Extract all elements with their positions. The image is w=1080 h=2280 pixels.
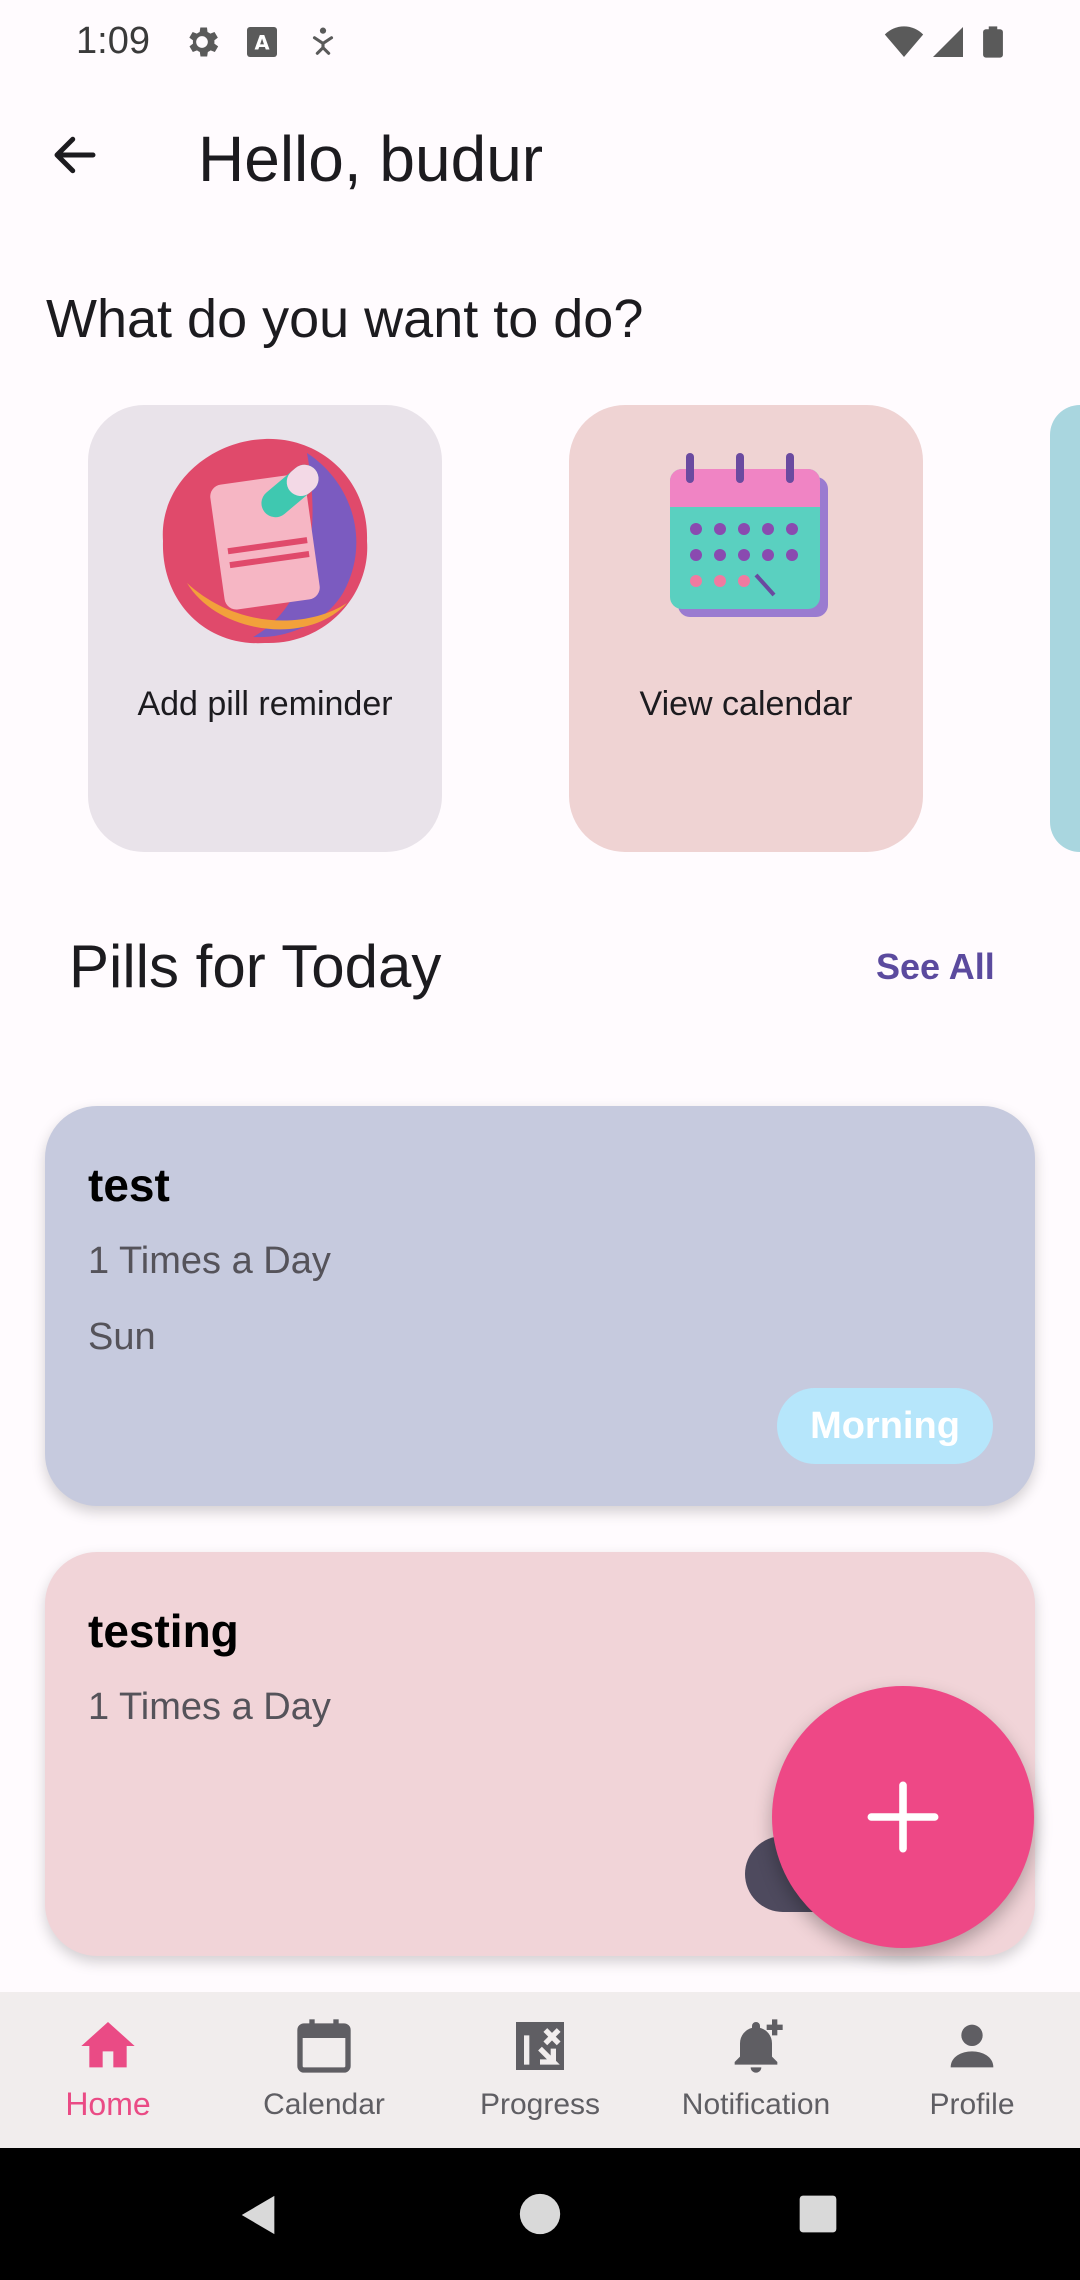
nav-label-calendar: Calendar <box>263 2088 385 2121</box>
settings-icon <box>189 27 219 57</box>
system-back-icon[interactable] <box>236 2190 282 2240</box>
add-pill-fab[interactable] <box>772 1686 1034 1948</box>
nav-item-notification[interactable]: Notification <box>648 1992 864 2148</box>
pill-card[interactable]: test 1 Times a Day Sun Morning <box>45 1106 1035 1506</box>
pills-section-title: Pills for Today <box>69 933 442 1000</box>
calendar-illustration <box>670 453 828 617</box>
see-all-link[interactable]: See All <box>876 946 995 988</box>
time-badge: Morning <box>777 1388 993 1464</box>
system-home-icon[interactable] <box>518 2192 562 2236</box>
keyboard-a-icon: A <box>247 27 277 57</box>
progress-icon <box>516 2022 564 2070</box>
pill-reminder-illustration <box>162 438 368 644</box>
notification-add-icon <box>734 2019 783 2073</box>
battery-icon <box>983 26 1003 58</box>
nav-label-progress: Progress <box>479 2088 601 2121</box>
more-action-card[interactable] <box>1050 405 1080 852</box>
nav-item-progress[interactable]: Progress <box>432 1992 648 2148</box>
profile-icon <box>950 2024 994 2068</box>
pill-name: test <box>88 1159 170 1211</box>
bottom-nav: Home Calendar Progress Notification Prof… <box>0 1992 1080 2148</box>
arrow-left-icon <box>54 136 96 174</box>
plus-icon <box>867 1781 939 1853</box>
nav-item-profile[interactable]: Profile <box>864 1992 1080 2148</box>
nav-label-home: Home <box>65 2086 151 2122</box>
page-title: Hello, budur <box>198 123 544 195</box>
system-nav-bar <box>0 2148 1080 2280</box>
nav-label-notification: Notification <box>681 2088 831 2121</box>
home-icon <box>81 2022 135 2068</box>
pill-days: Sun <box>88 1316 156 1358</box>
back-button[interactable] <box>40 120 110 190</box>
calendar-icon <box>297 2019 351 2073</box>
status-time: 1:09 <box>76 20 150 62</box>
nav-item-calendar[interactable]: Calendar <box>216 1992 432 2148</box>
pill-frequency: 1 Times a Day <box>88 1240 331 1282</box>
signal-icon <box>933 27 963 57</box>
pill-name: testing <box>88 1605 239 1657</box>
section-prompt: What do you want to do? <box>46 289 644 349</box>
status-bar: 1:09 A <box>0 0 1080 90</box>
pill-frequency: 1 Times a Day <box>88 1686 331 1728</box>
nav-label-profile: Profile <box>929 2088 1015 2121</box>
add-pill-reminder-card[interactable]: Add pill reminder <box>88 405 442 852</box>
view-calendar-card[interactable]: View calendar <box>569 405 923 852</box>
accessibility-icon <box>312 27 334 55</box>
system-recents-icon[interactable] <box>798 2194 838 2234</box>
add-pill-reminder-label: Add pill reminder <box>137 685 393 723</box>
view-calendar-label: View calendar <box>639 685 853 723</box>
wifi-icon <box>884 26 924 57</box>
nav-item-home[interactable]: Home <box>0 1992 216 2148</box>
svg-text:A: A <box>254 32 269 55</box>
